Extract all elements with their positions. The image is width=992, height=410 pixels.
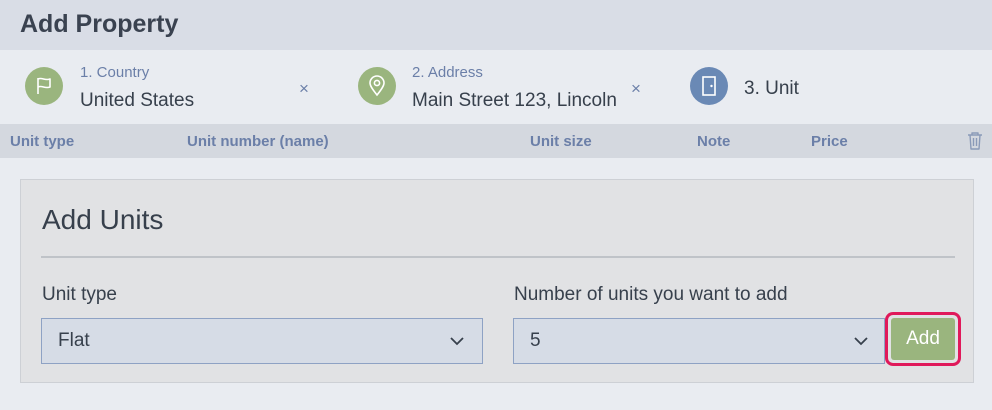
units-table-header: Unit type Unit number (name) Unit size N… bbox=[0, 124, 992, 158]
column-unit-type: Unit type bbox=[10, 133, 75, 150]
remove-country-button[interactable]: × bbox=[299, 79, 309, 99]
unit-type-select[interactable]: Flat bbox=[41, 318, 483, 364]
column-unit-size: Unit size bbox=[530, 133, 592, 150]
remove-address-button[interactable]: × bbox=[631, 79, 641, 99]
add-button-highlight: Add bbox=[885, 312, 961, 366]
map-pin-icon bbox=[358, 67, 396, 105]
flag-icon bbox=[25, 67, 63, 105]
add-units-panel: Add Units Unit type Flat Number of units… bbox=[20, 179, 974, 383]
column-note: Note bbox=[697, 133, 731, 150]
chevron-down-icon bbox=[854, 337, 868, 346]
unit-count-label: Number of units you want to add bbox=[514, 284, 788, 305]
unit-type-value: Flat bbox=[58, 330, 90, 351]
unit-count-select[interactable]: 5 bbox=[513, 318, 885, 364]
unit-type-label: Unit type bbox=[42, 284, 117, 305]
column-price: Price bbox=[811, 133, 848, 150]
step-country-label: 1. Country bbox=[80, 64, 150, 81]
door-icon bbox=[690, 67, 728, 105]
page-title: Add Property bbox=[20, 10, 179, 38]
column-unit-number: Unit number (name) bbox=[187, 133, 329, 150]
step-country-value[interactable]: United States bbox=[80, 90, 194, 112]
page-header: Add Property bbox=[0, 0, 992, 50]
divider bbox=[41, 256, 955, 258]
step-address-value[interactable]: Main Street 123, Lincoln bbox=[412, 90, 617, 112]
step-breadcrumb: 1. Country United States × 2. Address Ma… bbox=[0, 50, 992, 124]
add-button[interactable]: Add bbox=[891, 318, 955, 360]
step-address-label: 2. Address bbox=[412, 64, 483, 81]
panel-title: Add Units bbox=[42, 204, 164, 235]
trash-icon[interactable] bbox=[966, 131, 984, 151]
step-unit-label: 3. Unit bbox=[744, 78, 799, 99]
chevron-down-icon bbox=[450, 337, 464, 346]
unit-count-value: 5 bbox=[530, 330, 541, 351]
